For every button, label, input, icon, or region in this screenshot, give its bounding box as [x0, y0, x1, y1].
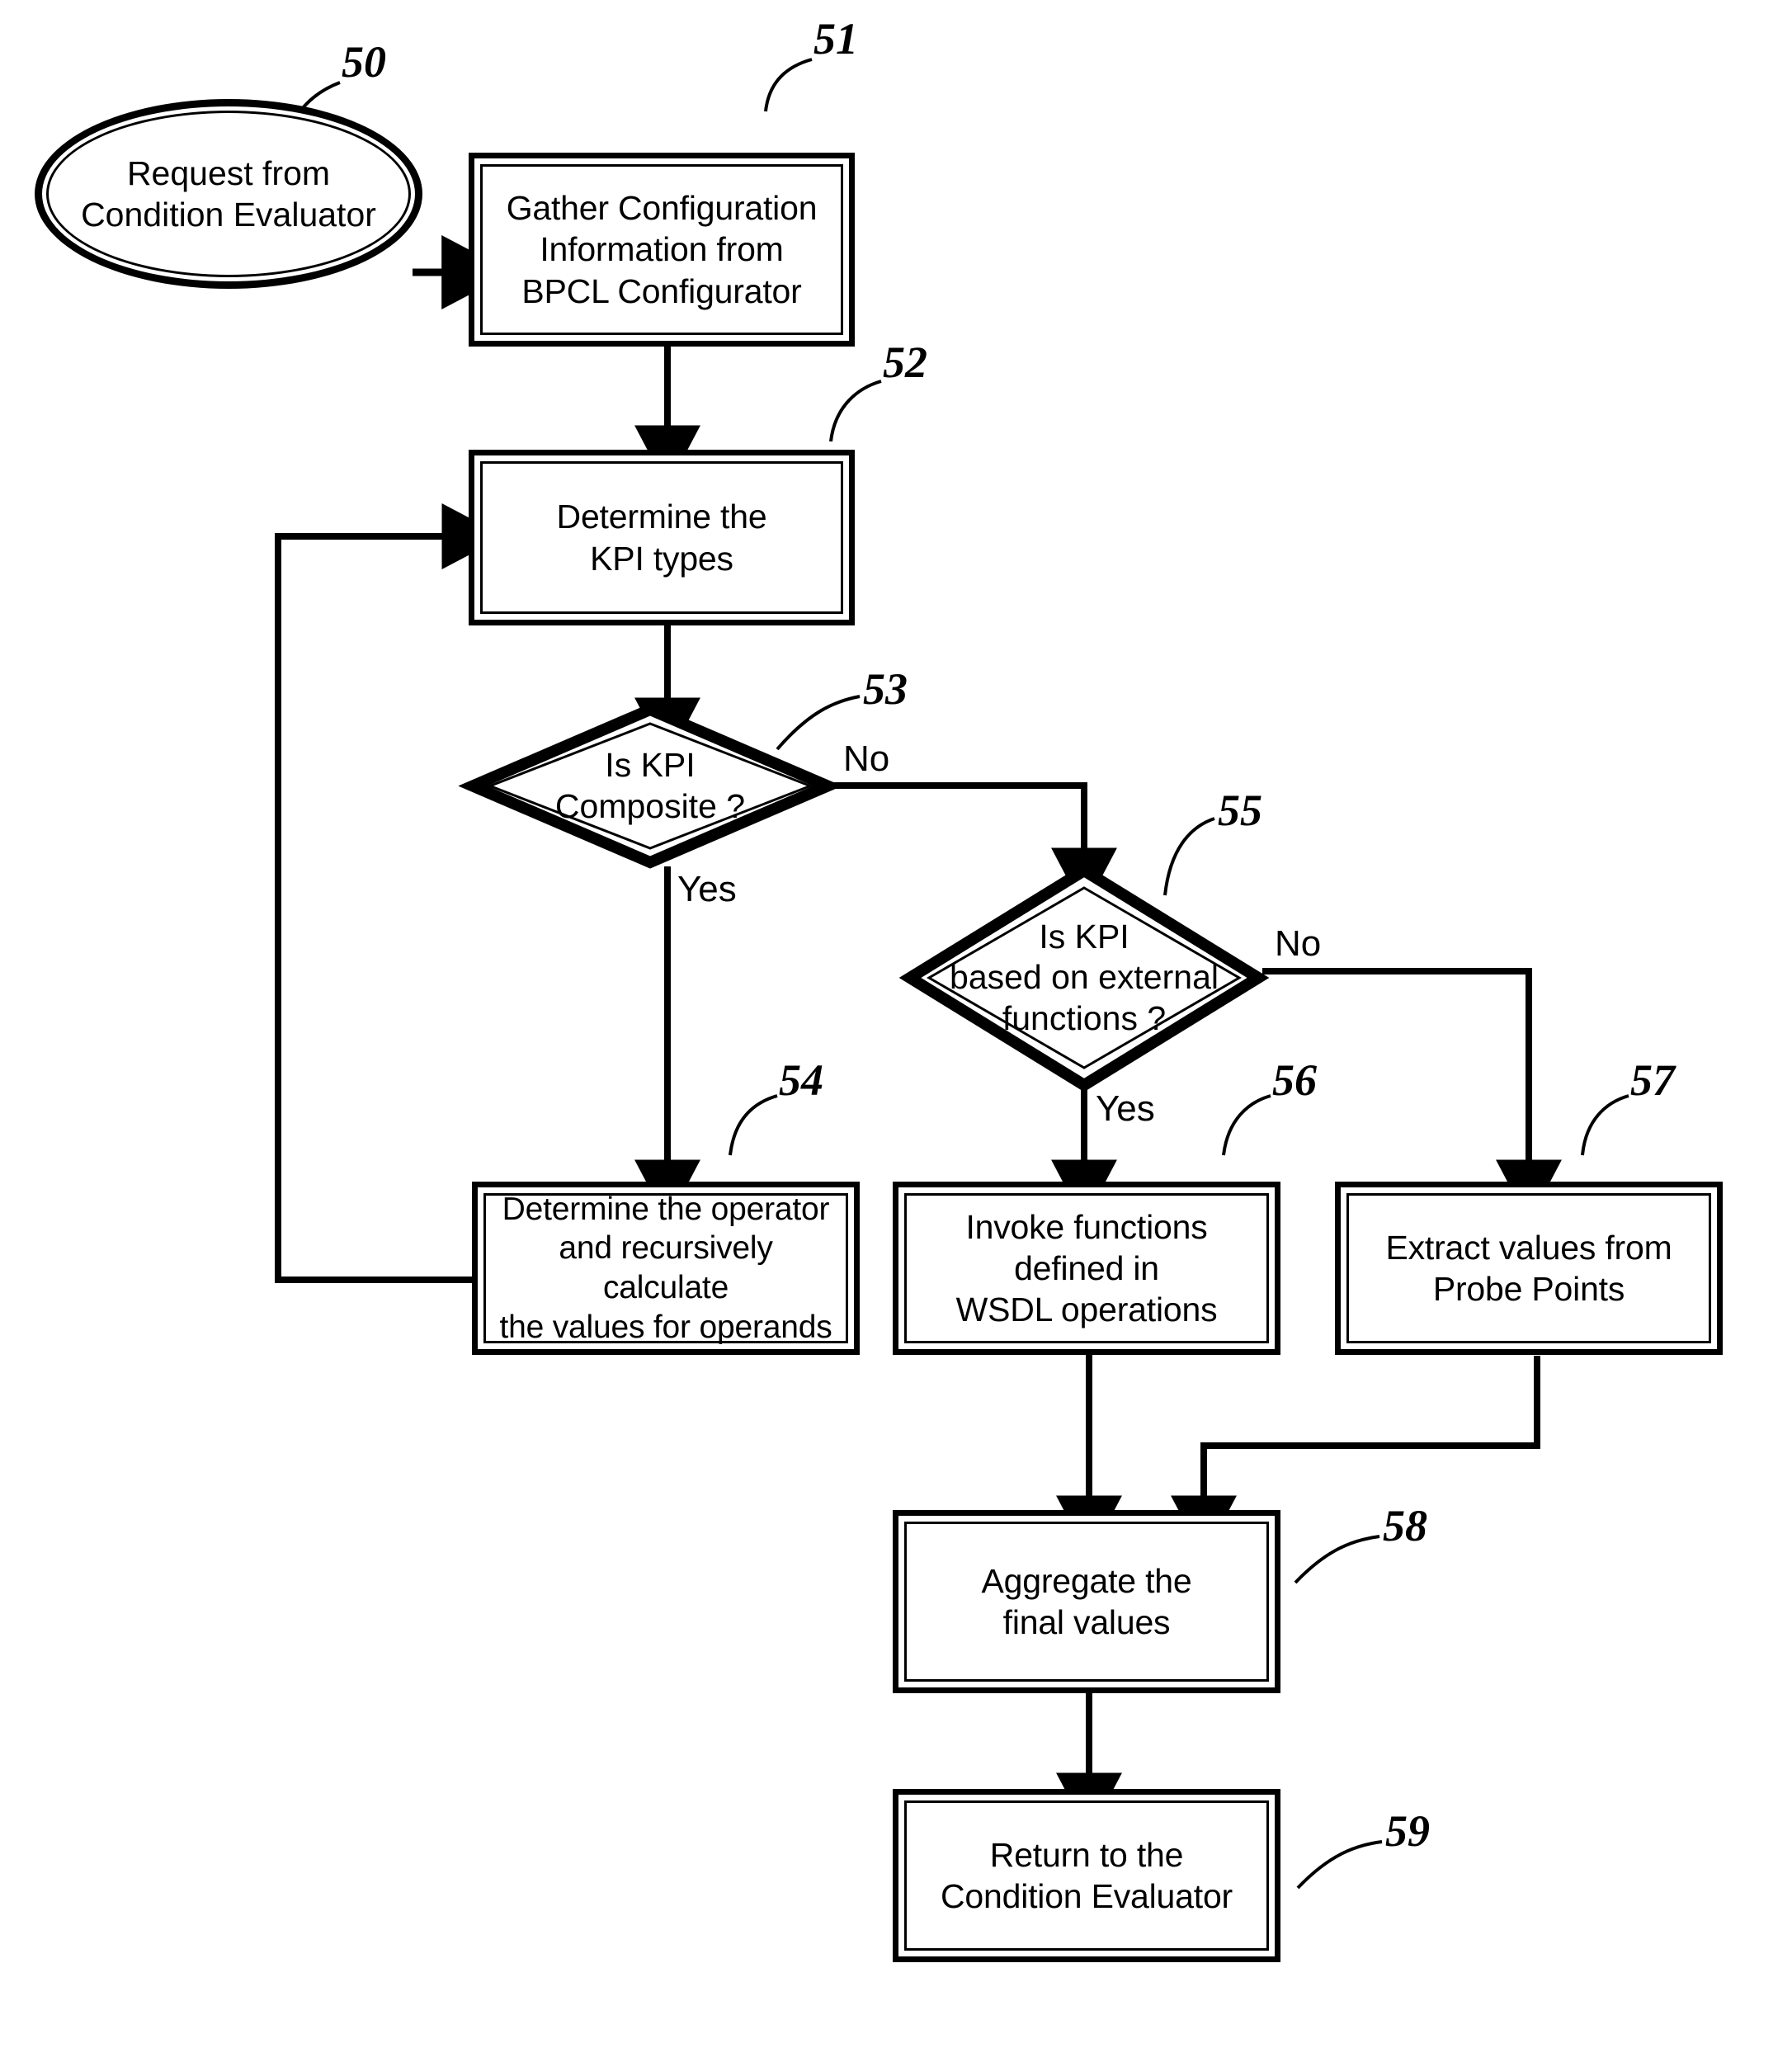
node-label: Return to the Condition Evaluator: [940, 1835, 1233, 1915]
node-label: Extract values from Probe Points: [1385, 1228, 1672, 1308]
ref-numeral-56: 56: [1272, 1055, 1317, 1105]
node-extract-values-probe-points: Extract values from Probe Points: [1335, 1182, 1723, 1355]
ref-numeral-55: 55: [1218, 786, 1262, 835]
branch-label-53-yes: Yes: [677, 869, 737, 909]
diamond-shape-55: [898, 863, 1270, 1092]
node-aggregate-final-values: Aggregate the final values: [893, 1510, 1280, 1693]
leader-51: [764, 58, 813, 112]
ref-numeral-57: 57: [1630, 1055, 1675, 1105]
node-inner-border: Extract values from Probe Points: [1346, 1193, 1711, 1343]
terminator-inner-border: Request from Condition Evaluator: [46, 111, 411, 277]
node-label: Request from Condition Evaluator: [81, 153, 376, 234]
leader-52: [829, 380, 882, 442]
connector-layer: [275, 58, 1629, 1890]
ref-numeral-51: 51: [813, 14, 858, 64]
leader-58: [1294, 1535, 1380, 1584]
edge-54-to-52-feedback: [275, 503, 505, 1283]
node-label: Determine the KPI types: [556, 498, 767, 578]
node-label: Invoke functions defined in WSDL operati…: [955, 1207, 1218, 1328]
node-inner-border: Determine the operator and recursively c…: [483, 1192, 848, 1345]
branch-label-53-no: No: [843, 739, 890, 779]
node-determine-operator-recursive: Determine the operator and recursively c…: [472, 1182, 860, 1355]
branch-label-55-no: No: [1275, 923, 1322, 964]
ref-numeral-52: 52: [883, 337, 927, 387]
branch-label-55-yes: Yes: [1096, 1088, 1155, 1129]
node-inner-border: Return to the Condition Evaluator: [904, 1800, 1269, 1951]
node-label: Aggregate the final values: [981, 1561, 1192, 1641]
ref-numeral-53: 53: [863, 664, 908, 714]
node-inner-border: Determine the KPI types: [480, 461, 843, 614]
node-return-to-condition-evaluator: Return to the Condition Evaluator: [893, 1789, 1280, 1962]
leader-57: [1581, 1094, 1629, 1156]
node-inner-border: Aggregate the final values: [904, 1522, 1269, 1682]
leader-54: [729, 1094, 778, 1156]
leader-56: [1222, 1094, 1271, 1156]
node-is-kpi-based-on-external-functions: Is KPI based on external functions ?: [898, 863, 1270, 1092]
ref-numeral-59: 59: [1385, 1806, 1430, 1856]
leader-59: [1296, 1840, 1383, 1890]
edge-53-no-to-55: [832, 782, 1117, 911]
ref-numeral-54: 54: [779, 1055, 823, 1105]
node-request-from-condition-evaluator: Request from Condition Evaluator: [35, 99, 422, 289]
diamond-shape-53: [458, 703, 842, 869]
edge-57-to-58: [1171, 1356, 1540, 1559]
node-is-kpi-composite: Is KPI Composite ?: [458, 703, 842, 869]
ref-numeral-58: 58: [1383, 1501, 1427, 1550]
node-gather-configuration-information: Gather Configuration Information from BP…: [469, 153, 855, 347]
patent-figure-flowchart: Request from Condition Evaluator 50 Gath…: [0, 0, 1792, 2067]
ref-numeral-50: 50: [342, 37, 386, 87]
node-inner-border: Invoke functions defined in WSDL operati…: [904, 1193, 1269, 1343]
node-label: Gather Configuration Information from BP…: [506, 189, 818, 310]
node-inner-border: Gather Configuration Information from BP…: [480, 164, 843, 335]
node-invoke-wsdl-functions: Invoke functions defined in WSDL operati…: [893, 1182, 1280, 1355]
node-determine-kpi-types: Determine the KPI types: [469, 450, 855, 625]
node-label: Determine the operator and recursively c…: [499, 1191, 832, 1345]
